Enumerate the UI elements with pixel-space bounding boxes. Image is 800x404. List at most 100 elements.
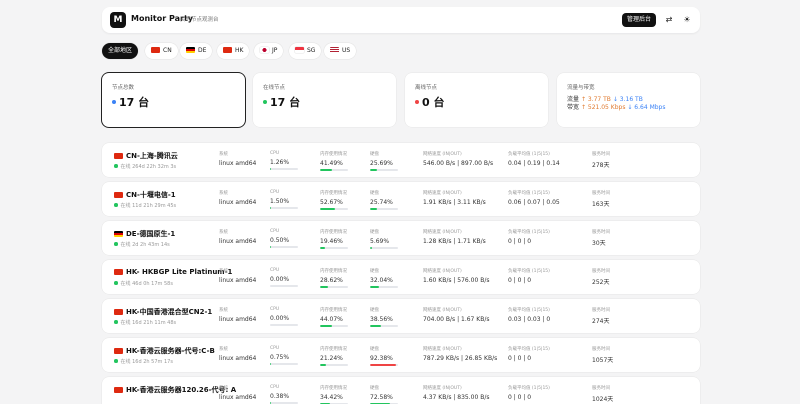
filter-tab-jp[interactable]: JP — [254, 43, 284, 59]
filter-tab-all[interactable]: 全部地区 — [102, 43, 139, 59]
server-network-col: 网络速度 (IN|OUT) 1.60 KB/s | 576.00 B/s — [423, 268, 489, 284]
system-label: 系统 — [219, 230, 228, 235]
filter-tab-sg[interactable]: SG — [289, 43, 322, 59]
load-value: 0 | 0 | 0 — [508, 277, 532, 284]
admin-button[interactable]: 管理后台 — [622, 13, 657, 27]
hk-flag-icon — [223, 46, 232, 53]
server-name-text: HK- HKBGP Lite Platinum-1 — [126, 268, 233, 276]
bandwidth-up: ↑ 521.05 Kbps — [580, 104, 626, 111]
memory-value: 34.42% — [320, 394, 343, 401]
server-name: HK-中国香港混合型CN2-1 — [114, 307, 212, 317]
disk-usage-fill — [370, 286, 379, 288]
hk-flag-icon — [114, 347, 123, 354]
server-card[interactable]: HK-香港云服务器-代号:C-B 在线 16d 2h 57m 17s 系统 linux… — [102, 338, 700, 372]
hk-flag-icon — [114, 386, 123, 393]
jp-flag-icon — [260, 46, 269, 53]
server-memory-col: 内存使用情况 28.62% — [320, 268, 348, 288]
filter-tab-cn[interactable]: CN — [145, 43, 178, 59]
server-online-status: 在线 2d 2h 43m 14s — [114, 241, 170, 248]
stat-traffic-label: 流量与带宽 — [567, 85, 595, 91]
load-value: 0 | 0 | 0 — [508, 394, 532, 401]
disk-label: 硬盘 — [370, 269, 379, 274]
cpu-value: 0.50% — [270, 237, 290, 244]
memory-value: 19.46% — [320, 238, 343, 245]
server-uptime-col: 服务时间 30天 — [592, 229, 610, 247]
cpu-label: CPU — [270, 268, 280, 273]
server-card[interactable]: HK- HKBGP Lite Platinum-1 在线 46d 0h 17m 5… — [102, 260, 700, 294]
server-card[interactable]: CN-十堰电信-1 在线 11d 21h 29m 45s 系统 linux amd64… — [102, 182, 700, 216]
server-memory-col: 内存使用情况 19.46% — [320, 229, 348, 249]
memory-label: 内存使用情况 — [320, 269, 347, 274]
server-system-col: 系统 linux amd64 — [219, 307, 256, 323]
server-name-text: HK-中国香港混合型CN2-1 — [126, 308, 213, 316]
server-network-col: 网络速度 (IN|OUT) 787.29 KB/s | 26.85 KB/s — [423, 346, 497, 362]
memory-usage-bar — [320, 364, 348, 366]
stat-offline-nodes[interactable]: 离线节点 0 台 — [405, 73, 548, 127]
network-label: 网络速度 (IN|OUT) — [423, 308, 462, 313]
network-label: 网络速度 (IN|OUT) — [423, 386, 462, 391]
server-card[interactable]: DE-德国原生-1 在线 2d 2h 43m 14s 系统 linux amd64 CP… — [102, 221, 700, 255]
memory-usage-fill — [320, 286, 328, 288]
memory-usage-fill — [320, 247, 326, 249]
cpu-usage-bar — [270, 246, 298, 248]
uptime-label: 服务时间 — [592, 269, 610, 274]
online-dot-icon — [114, 242, 118, 246]
server-system-col: 系统 linux amd64 — [219, 229, 256, 245]
disk-value: 25.74% — [370, 199, 393, 206]
server-cpu-col: CPU 0.75% — [270, 346, 298, 365]
uptime-value: 30天 — [592, 240, 606, 247]
filter-tab-de[interactable]: DE — [180, 43, 213, 59]
server-cpu-col: CPU 0.00% — [270, 268, 298, 287]
brand-subtitle: 实时节点观测台 — [180, 17, 219, 23]
server-online-status: 在线 11d 21h 29m 45s — [114, 202, 176, 209]
server-uptime-col: 服务时间 1024天 — [592, 385, 613, 403]
cpu-value: 0.38% — [270, 393, 290, 400]
server-disk-col: 硬盘 25.69% — [370, 151, 398, 171]
cpu-usage-bar — [270, 363, 298, 365]
stat-total-value: 17 台 — [112, 94, 149, 110]
status-dot — [263, 100, 267, 104]
system-value: linux amd64 — [219, 277, 257, 284]
server-card[interactable]: CN-上海-腾讯云 在线 264d 22h 32m 3s 系统 linux amd64… — [102, 143, 700, 177]
disk-usage-bar — [370, 325, 398, 327]
server-memory-col: 内存使用情况 34.42% — [320, 385, 348, 404]
disk-usage-fill — [370, 247, 372, 249]
filter-tab-us[interactable]: US — [324, 43, 357, 59]
stat-total-nodes[interactable]: 节点总数 17 台 — [102, 73, 245, 127]
disk-label: 硬盘 — [370, 308, 379, 313]
stat-online-label: 在线节点 — [263, 85, 286, 91]
cpu-value: 0.75% — [270, 354, 290, 361]
server-disk-col: 硬盘 32.04% — [370, 268, 398, 288]
cn-flag-icon — [114, 152, 123, 159]
uptime-value: 274天 — [592, 318, 610, 325]
server-card[interactable]: HK-中国香港混合型CN2-1 在线 16d 21h 11m 48s 系统 linux… — [102, 299, 700, 333]
filter-tab-label: HK — [235, 47, 244, 54]
disk-value: 92.38% — [370, 355, 393, 362]
theme-icon[interactable]: ☀ — [682, 15, 692, 25]
stat-offline-label: 离线节点 — [415, 85, 438, 91]
server-online-status: 在线 46d 0h 17m 58s — [114, 280, 173, 287]
online-dot-icon — [114, 281, 118, 285]
cpu-value: 1.26% — [270, 159, 290, 166]
disk-usage-fill — [370, 208, 378, 210]
network-value: 1.60 KB/s | 576.00 B/s — [423, 277, 490, 284]
hk-flag-icon — [114, 308, 123, 315]
uptime-value: 1024天 — [592, 396, 614, 403]
disk-usage-bar — [370, 169, 398, 171]
server-name: HK-香港云服务器120.26-代号: A — [114, 385, 236, 395]
stat-online-nodes[interactable]: 在线节点 17 台 — [253, 73, 396, 127]
disk-usage-bar — [370, 286, 398, 288]
server-cpu-col: CPU 1.26% — [270, 151, 298, 170]
server-name-text: CN-十堰电信-1 — [126, 191, 176, 199]
status-dot — [112, 100, 116, 104]
server-name: CN-上海-腾讯云 — [114, 151, 178, 161]
server-online-text: 在线 11d 21h 29m 45s — [120, 203, 177, 209]
online-dot-icon — [114, 320, 118, 324]
server-disk-col: 硬盘 38.56% — [370, 307, 398, 327]
server-card[interactable]: HK-香港云服务器120.26-代号: A 系统 linux amd64 CPU 0.3… — [102, 377, 700, 404]
filter-tab-hk[interactable]: HK — [217, 43, 250, 59]
cpu-label: CPU — [270, 229, 280, 234]
cpu-usage-bar — [270, 168, 298, 170]
server-cpu-col: CPU 0.50% — [270, 229, 298, 248]
translate-icon[interactable]: ⇄ — [664, 15, 674, 25]
